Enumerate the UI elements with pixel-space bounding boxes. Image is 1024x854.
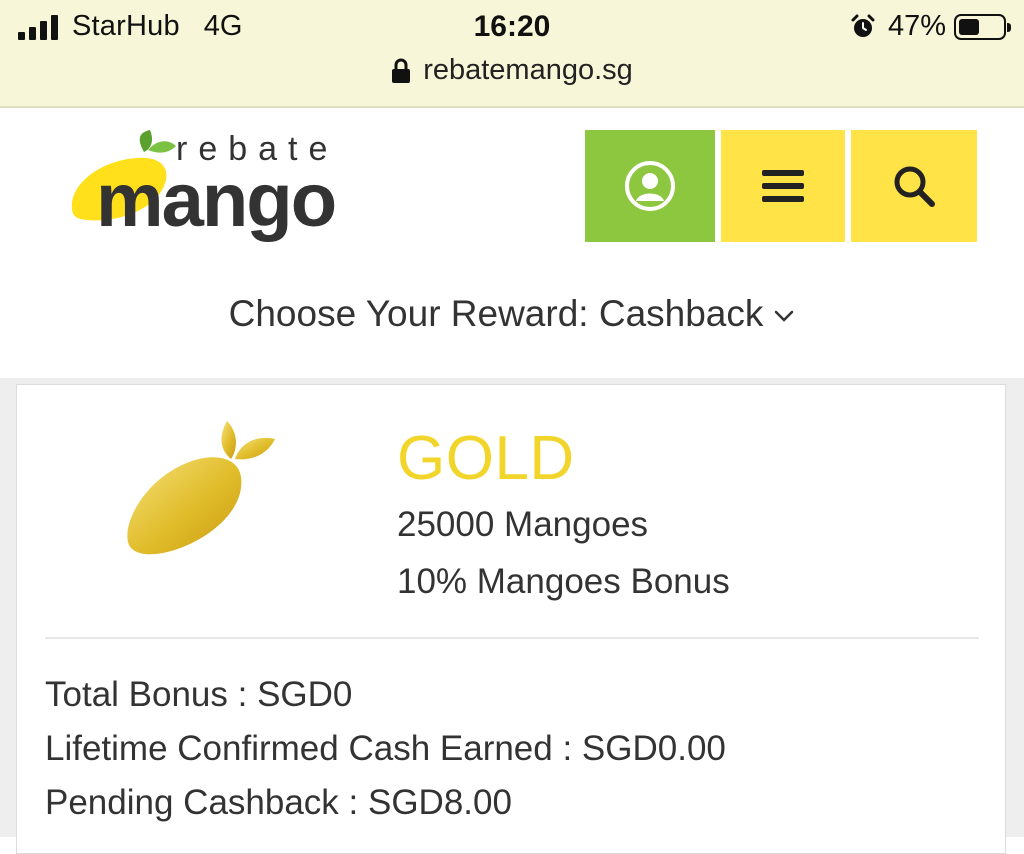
alarm-icon: [851, 14, 875, 37]
search-icon: [894, 166, 935, 207]
tier-card: GOLD 25000 Mangoes 10% Mangoes Bonus Tot…: [16, 384, 1006, 854]
divider: [45, 637, 979, 639]
url-text[interactable]: rebatemango.sg: [423, 54, 633, 87]
battery-percent: 47%: [887, 10, 946, 42]
search-button[interactable]: [851, 130, 977, 242]
battery-icon: [954, 13, 1011, 40]
rebatemango-logo[interactable]: rebate mango: [62, 128, 382, 248]
account-button[interactable]: [585, 130, 715, 242]
address-bar[interactable]: rebatemango.sg: [0, 54, 1024, 87]
reward-selector-label[interactable]: Choose Your Reward: Cashback: [229, 293, 764, 334]
chevron-down-icon[interactable]: [773, 309, 795, 323]
tier-mangoes: 25000 Mangoes: [397, 505, 649, 544]
content-area: GOLD 25000 Mangoes 10% Mangoes Bonus Tot…: [0, 378, 1024, 854]
user-icon: [625, 161, 675, 211]
status-bar: StarHub 4G 16:20 47% rebatemango.sg: [0, 0, 1024, 108]
site-header: rebate mango: [0, 108, 1024, 263]
reward-selector[interactable]: Choose Your Reward: Cashback: [0, 293, 1024, 335]
pending-cashback: Pending Cashback : SGD8.00: [45, 783, 512, 822]
logo-mango-text: mango: [96, 158, 335, 243]
lifetime-cash-earned: Lifetime Confirmed Cash Earned : SGD0.00: [45, 729, 726, 768]
status-right: 47%: [850, 10, 1011, 43]
tier-name: GOLD: [397, 424, 575, 493]
lock-icon: [392, 58, 411, 83]
total-bonus: Total Bonus : SGD0: [45, 675, 353, 714]
gold-mango-icon: [127, 421, 275, 555]
menu-icon: [762, 170, 804, 202]
menu-button[interactable]: [721, 130, 845, 242]
tier-bonus: 10% Mangoes Bonus: [397, 562, 730, 601]
